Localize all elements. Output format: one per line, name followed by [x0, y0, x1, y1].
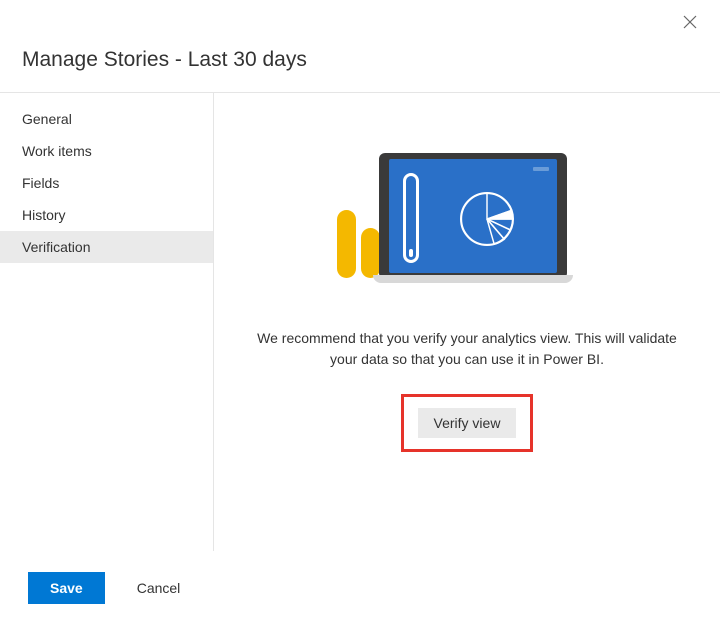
dialog-header: Manage Stories - Last 30 days: [0, 0, 720, 93]
analytics-illustration: [337, 153, 597, 288]
capsule-gauge-icon: [403, 173, 419, 263]
close-icon[interactable]: [678, 10, 702, 34]
page-title: Manage Stories - Last 30 days: [22, 48, 720, 72]
dialog-footer: Save Cancel: [28, 572, 200, 604]
content-pane: We recommend that you verify your analyt…: [214, 93, 720, 551]
sidebar-item-verification[interactable]: Verification: [0, 231, 213, 263]
sidebar-item-label: History: [22, 207, 66, 223]
pie-chart-icon: [451, 183, 523, 255]
verify-view-button[interactable]: Verify view: [418, 408, 517, 438]
screen-button-icon: [533, 167, 549, 171]
tablet-icon: [379, 153, 567, 279]
cancel-button[interactable]: Cancel: [117, 572, 201, 604]
sidebar-item-label: Verification: [22, 239, 90, 255]
sidebar-item-general[interactable]: General: [0, 103, 213, 135]
sidebar-item-label: General: [22, 111, 72, 127]
sidebar-item-label: Fields: [22, 175, 59, 191]
save-button[interactable]: Save: [28, 572, 105, 604]
sidebar: General Work items Fields History Verifi…: [0, 93, 214, 551]
sidebar-item-history[interactable]: History: [0, 199, 213, 231]
sidebar-item-work-items[interactable]: Work items: [0, 135, 213, 167]
bar-chart-icon: [361, 228, 380, 278]
sidebar-item-label: Work items: [22, 143, 92, 159]
verification-description: We recommend that you verify your analyt…: [247, 328, 687, 370]
bar-chart-icon: [337, 210, 356, 278]
highlight-box: Verify view: [401, 394, 534, 452]
sidebar-item-fields[interactable]: Fields: [0, 167, 213, 199]
